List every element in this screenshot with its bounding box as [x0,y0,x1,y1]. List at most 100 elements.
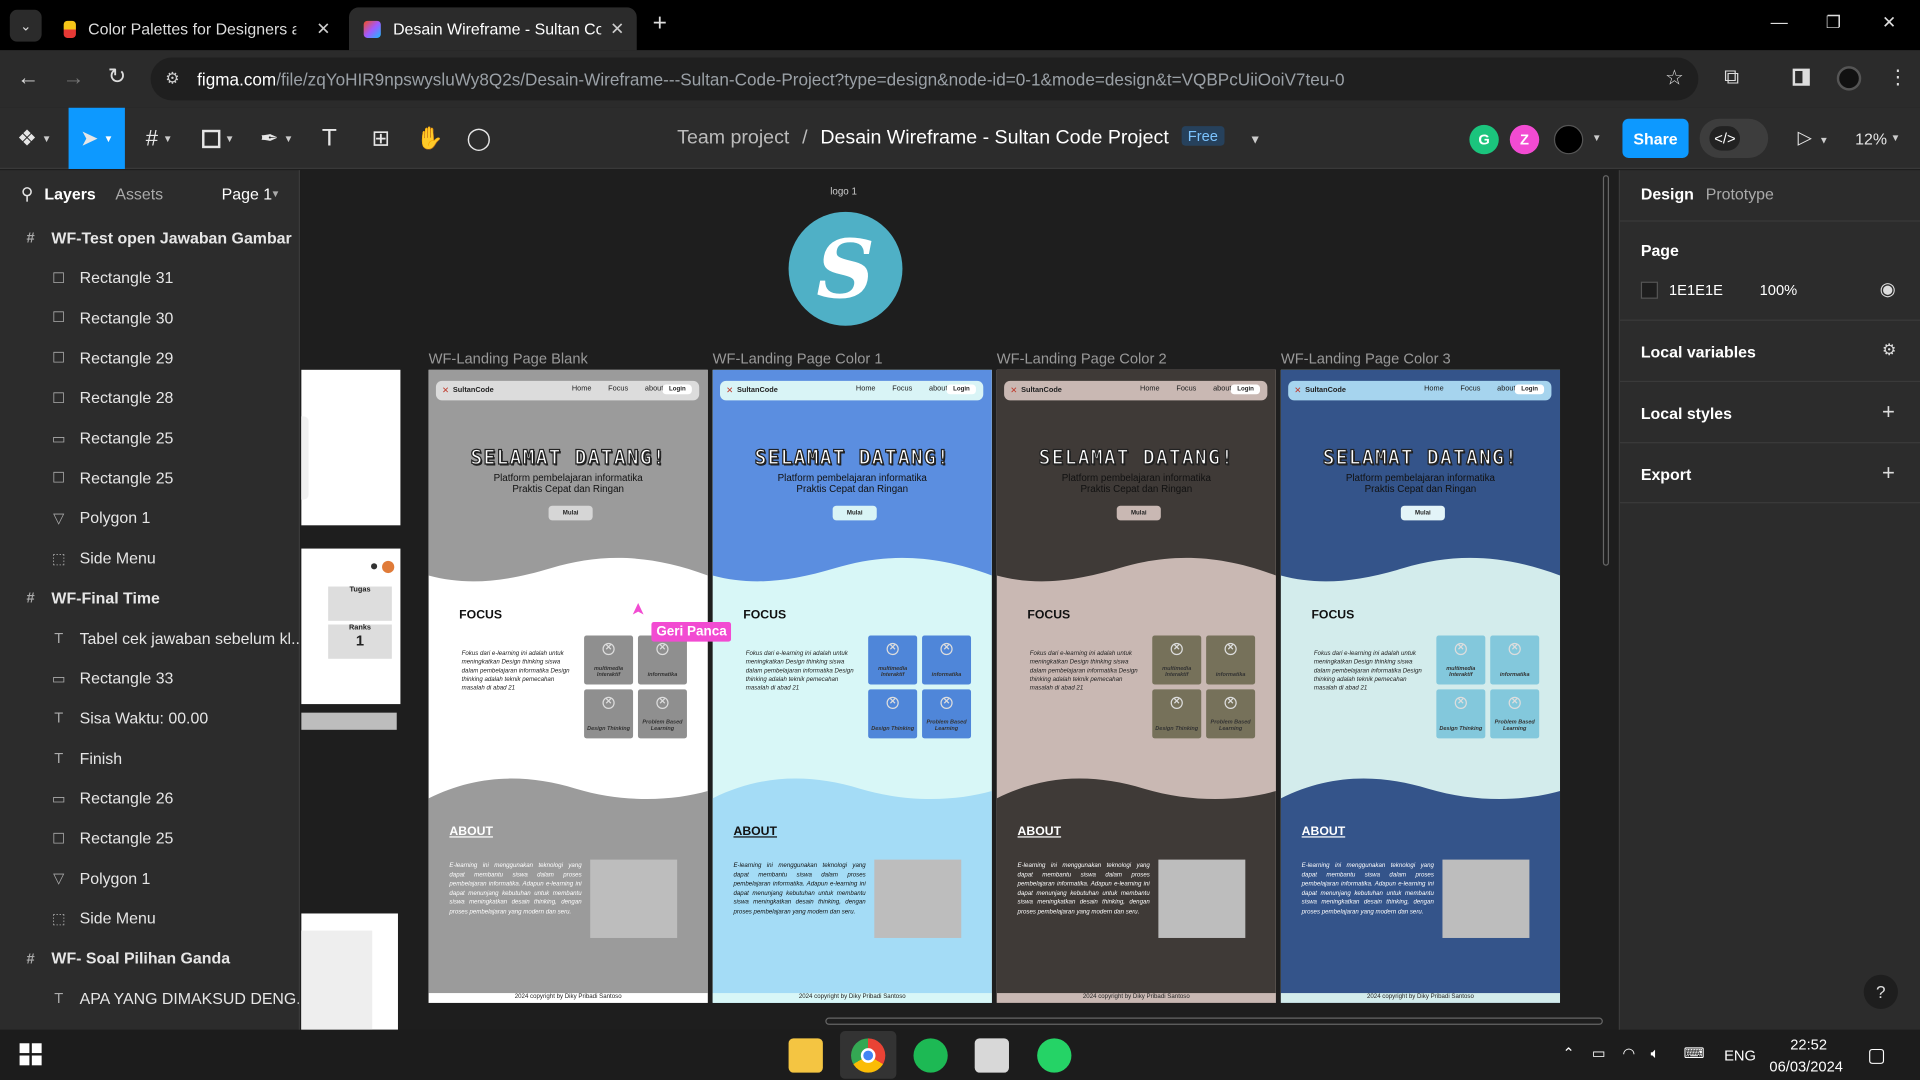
frame-thumbnail[interactable] [301,369,401,526]
close-tab-icon[interactable]: ✕ [316,18,330,39]
share-button[interactable]: Share [1622,118,1689,158]
minimize-icon[interactable]: — [1771,12,1788,32]
mulai-button[interactable]: Mulai [1400,505,1445,521]
bookmark-star-icon[interactable]: ☆ [1665,66,1684,90]
title-chevron-down-icon[interactable]: ▼ [1249,133,1261,146]
focus-card[interactable]: ✕ informatika [637,635,687,685]
site-info-icon[interactable]: ⚙ [165,69,179,89]
frame-tool-button[interactable]: # ▼ [135,108,184,169]
page-navbar[interactable]: ✕ SultanCode Home Focus about Login [1004,380,1268,401]
frame-thumbnail[interactable] [301,913,398,1030]
clock-date[interactable]: 06/03/2024 [1769,1058,1843,1075]
layer-row[interactable]: ☐ Rectangle 31 [0,258,299,297]
local-styles-title[interactable]: Local styles [1641,404,1732,422]
collaborator-avatar[interactable]: Z [1509,124,1540,155]
collaborator-avatar[interactable]: G [1469,124,1499,155]
login-button[interactable]: Login [1515,384,1545,395]
wifi-icon[interactable]: ◠ [1622,1044,1635,1061]
login-button[interactable]: Login [1231,384,1261,395]
layer-row[interactable]: ☐ Rectangle 25 [0,458,299,497]
layer-row[interactable]: ⬚ Side Menu [0,899,299,938]
mulai-button[interactable]: Mulai [548,505,593,521]
login-button[interactable]: Login [662,384,692,395]
new-tab-button[interactable]: + [653,10,667,38]
layer-frame-row[interactable]: # WF-Test open Jawaban Gambar [0,218,299,257]
main-menu-button[interactable]: ❖ ▼ [10,108,59,169]
reload-icon[interactable]: ↻ [108,64,126,90]
tab-list-chevron-icon[interactable]: ⌄ [9,9,42,42]
tab-layers[interactable]: Layers [44,185,95,203]
battery-icon[interactable]: ▭ [1592,1044,1606,1061]
layer-row[interactable]: ☐ Rectangle 25 [0,819,299,858]
breadcrumb-team[interactable]: Team project [677,127,789,148]
browser-tab-color-palettes[interactable]: Color Palettes for Designers and ✕ [49,7,343,50]
close-window-icon[interactable]: ✕ [1882,12,1896,33]
file-explorer-icon[interactable] [788,1038,823,1073]
layer-row[interactable]: ☐ Rectangle 30 [0,298,299,337]
shape-tool-button[interactable]: ▼ [193,108,242,169]
layer-row[interactable]: ☐ Rectangle 29 [0,338,299,377]
tab-prototype[interactable]: Prototype [1706,185,1774,203]
focus-card[interactable]: ✕ multimedia Interaktif [868,635,918,685]
landing-page-frame[interactable]: ✕ SultanCode Home Focus about Login SELAMAT … [712,369,992,1003]
page-color-value[interactable]: 1E1E1E [1669,282,1723,299]
layer-row[interactable]: T Finish [0,738,299,777]
page-opacity-value[interactable]: 100% [1760,282,1798,299]
comment-tool-button[interactable]: ◯ [460,108,497,169]
tray-chevron-icon[interactable]: ⌃ [1562,1044,1574,1061]
focus-card[interactable]: ✕ multimedia Interaktif [1152,635,1202,685]
mulai-button[interactable]: Mulai [832,505,877,521]
layer-row[interactable]: ▭ Rectangle 26 [0,779,299,818]
add-style-plus-icon[interactable]: + [1882,399,1895,425]
page-navbar[interactable]: ✕ SultanCode Home Focus about Login [1288,380,1552,401]
avatar-chevron-icon[interactable]: ▼ [1592,132,1602,143]
restore-icon[interactable]: ❐ [1826,12,1841,33]
present-play-icon[interactable]: ▷ ▼ [1798,126,1829,148]
zoom-chevron-icon[interactable]: ▼ [1891,132,1901,143]
sultan-code-logo[interactable]: S [788,211,903,326]
add-export-plus-icon[interactable]: + [1882,460,1895,486]
page-color-swatch[interactable] [1640,281,1658,299]
landing-page-frame[interactable]: ✕ SultanCode Home Focus about Login SELAMAT … [1280,369,1561,1003]
mulai-button[interactable]: Mulai [1116,505,1161,521]
export-title[interactable]: Export [1641,465,1691,483]
layer-frame-row[interactable]: # WF- Soal Pilihan Ganda [0,939,299,978]
layer-row[interactable]: T Sisa Waktu: 00.00 [0,698,299,737]
focus-card[interactable]: ✕ multimedia Interaktif [1436,635,1486,685]
frame-thumbnail-bar[interactable] [301,712,397,730]
sidebar-icon[interactable] [1792,68,1810,86]
focus-card[interactable]: ✕ informatika [1206,635,1256,685]
user-avatar[interactable] [1553,124,1584,155]
help-button[interactable]: ? [1863,974,1898,1009]
frame-label[interactable]: WF-Landing Page Color 1 [713,350,883,367]
pen-tool-button[interactable]: ✒ ▼ [252,108,301,169]
login-button[interactable]: Login [947,384,976,395]
layer-row[interactable]: ⬚ Side Menu [0,538,299,577]
input-language[interactable]: ENG [1724,1047,1756,1064]
clock-time[interactable]: 22:52 [1790,1036,1827,1053]
whatsapp-icon[interactable] [1037,1038,1072,1073]
close-tab-icon[interactable]: ✕ [610,18,624,39]
move-tool-button[interactable]: ➤ ▼ [68,107,125,169]
search-icon[interactable]: ⚲ [21,184,34,205]
nav-links[interactable]: Home Focus about [1140,386,1231,393]
document-title[interactable]: Desain Wireframe - Sultan Code Project [820,127,1168,148]
page-navbar[interactable]: ✕ SultanCode Home Focus about Login [435,380,700,401]
dev-mode-toggle[interactable]: </> [1699,118,1769,158]
focus-card[interactable]: ✕ Design Thinking [584,689,634,739]
design-canvas[interactable]: Tugas Ranks 1 logo 1 S WF-Landing Page B… [301,170,1619,1030]
vertical-scrollbar[interactable] [1602,175,1609,566]
forward-icon[interactable]: → [62,65,84,91]
back-icon[interactable]: ← [17,65,39,91]
browser-tab-figma[interactable]: Desain Wireframe - Sultan Code ✕ [348,7,637,51]
visibility-eye-icon[interactable]: ◉ [1880,278,1896,300]
volume-icon[interactable]: 🔈︎ [1651,1044,1660,1062]
layer-row[interactable]: ▽ Polygon 1 [0,498,299,537]
frame-label[interactable]: WF-Landing Page Blank [429,350,588,367]
resources-tool-button[interactable]: ⊞ [362,108,399,169]
layer-row[interactable]: T APA YANG DIMAKSUD DENG... [0,979,298,1018]
address-bar[interactable]: ⚙ figma.com /file/zqYoHIR9npswysluWy8Q2s… [150,57,1699,101]
zoom-level[interactable]: 12% [1855,130,1887,148]
chrome-menu-icon[interactable]: ⋮ [1888,65,1908,89]
focus-card[interactable]: ✕ informatika [1490,635,1540,685]
